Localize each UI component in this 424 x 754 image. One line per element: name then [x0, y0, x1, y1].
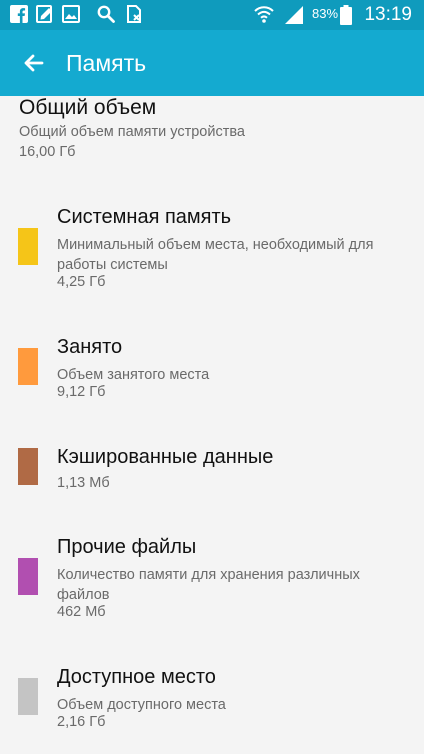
back-arrow-icon[interactable]: [18, 47, 50, 79]
search-icon: [97, 5, 115, 23]
image-icon: [62, 5, 80, 23]
battery-icon: [340, 5, 352, 25]
item-value: 9,12 Гб: [57, 384, 106, 400]
page-title: Память: [66, 50, 147, 76]
wifi-icon: [254, 6, 274, 23]
color-swatch: [18, 678, 38, 715]
total-storage-description: Общий объем памяти устройства: [19, 124, 245, 140]
item-description: Объем занятого места: [57, 367, 210, 383]
item-description: Минимальный объем места, необходимый для…: [57, 237, 374, 273]
total-storage-title: Общий объем: [19, 96, 157, 119]
signal-icon: [285, 6, 303, 24]
sim-card-icon: [127, 5, 141, 23]
color-swatch: [18, 448, 38, 485]
item-title: Кэшированные данные: [57, 446, 274, 468]
item-description: Объем доступного места: [57, 697, 226, 713]
edit-note-icon: [36, 5, 52, 23]
total-storage-value: 16,00 Гб: [19, 144, 76, 160]
facebook-icon: [10, 5, 28, 23]
color-swatch: [18, 558, 38, 595]
app-bar: Память: [0, 30, 424, 96]
item-title: Системная память: [57, 206, 232, 228]
status-bar: 83% 13:19: [0, 0, 424, 30]
color-swatch: [18, 228, 38, 265]
item-description: Количество памяти для хранения различных…: [57, 567, 360, 603]
item-value: 1,13 Мб: [57, 475, 110, 491]
item-title: Занято: [57, 336, 123, 358]
color-swatch: [18, 348, 38, 385]
clock: 13:19: [364, 4, 412, 25]
storage-list: Общий объем Общий объем памяти устройств…: [0, 96, 424, 754]
battery-percentage: 83%: [312, 6, 339, 21]
item-title: Прочие файлы: [57, 536, 197, 558]
item-value: 4,25 Гб: [57, 274, 106, 290]
item-title: Доступное место: [57, 666, 216, 688]
item-value: 2,16 Гб: [57, 714, 106, 730]
item-value: 462 Мб: [57, 604, 106, 620]
